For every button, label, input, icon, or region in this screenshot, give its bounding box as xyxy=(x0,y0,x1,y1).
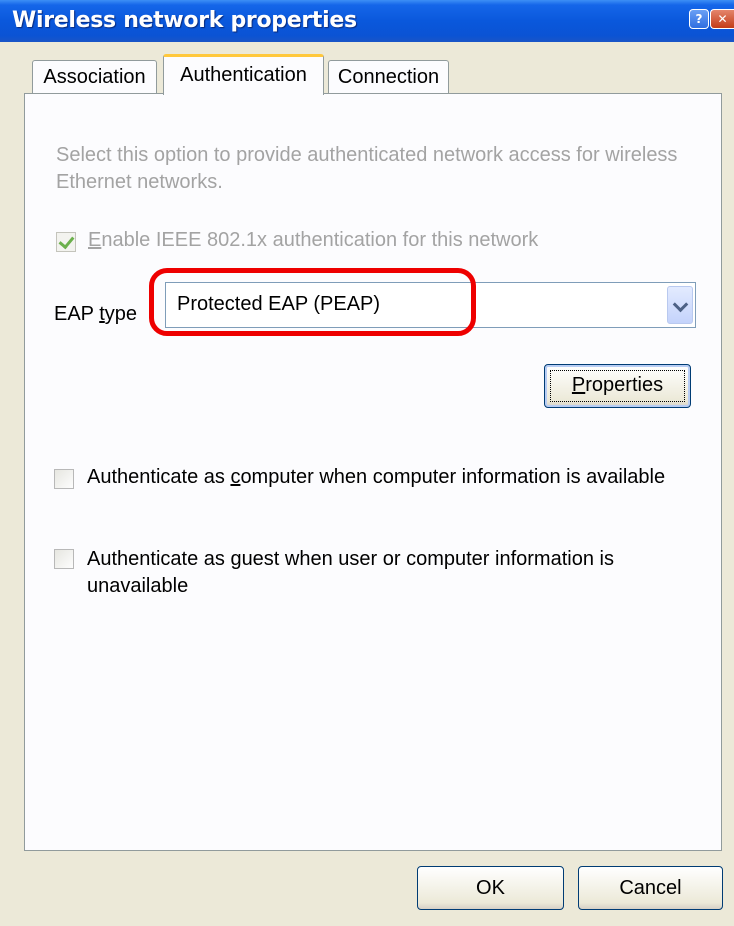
properties-button[interactable]: Properties xyxy=(544,364,691,408)
red-highlight-annotation xyxy=(149,268,476,336)
enable-8021x-checkbox[interactable] xyxy=(56,232,76,252)
label-text-pre: EAP xyxy=(54,303,100,325)
dropdown-button[interactable] xyxy=(667,286,693,324)
dialog-window: Wireless network properties ? ✕ Associat… xyxy=(0,0,734,926)
close-button[interactable]: ✕ xyxy=(710,9,734,29)
tab-connection[interactable]: Connection xyxy=(328,60,449,94)
auth-as-computer-checkbox[interactable] xyxy=(54,469,74,489)
ok-button[interactable]: OK xyxy=(417,866,564,910)
mnemonic: c xyxy=(230,466,241,488)
chevron-down-icon xyxy=(672,296,689,313)
cancel-button[interactable]: Cancel xyxy=(578,866,723,910)
auth-as-guest-label[interactable]: Authenticate as guest when user or compu… xyxy=(87,546,687,600)
mnemonic: P xyxy=(571,374,586,396)
button-label-post: roperties xyxy=(585,374,664,396)
help-button[interactable]: ? xyxy=(689,9,709,29)
description-text: Select this option to provide authentica… xyxy=(56,144,678,193)
tab-authentication[interactable]: Authentication xyxy=(163,54,324,95)
auth-as-guest-checkbox[interactable] xyxy=(54,549,74,569)
tab-association[interactable]: Association xyxy=(32,60,157,94)
label-text-post: omputer when computer information is ava… xyxy=(240,466,666,488)
label-text-pre: Authenticate as xyxy=(87,548,231,570)
close-icon: ✕ xyxy=(717,12,728,26)
label-text-post: ype xyxy=(104,303,138,325)
auth-as-computer-label[interactable]: Authenticate as computer when computer i… xyxy=(87,466,665,489)
eap-type-label: EAP type xyxy=(54,303,137,326)
mnemonic: E xyxy=(88,229,102,251)
window-title: Wireless network properties xyxy=(12,8,357,33)
enable-8021x-label[interactable]: Enable IEEE 802.1x authentication for th… xyxy=(88,229,538,252)
label-text-pre: Authenticate as xyxy=(87,466,231,488)
label-text-post: nable IEEE 802.1x authentication for thi… xyxy=(101,229,539,251)
mnemonic: g xyxy=(230,548,242,570)
checkmark-icon xyxy=(58,232,75,250)
title-bar[interactable]: Wireless network properties ? ✕ xyxy=(0,0,734,42)
help-icon: ? xyxy=(695,12,703,26)
